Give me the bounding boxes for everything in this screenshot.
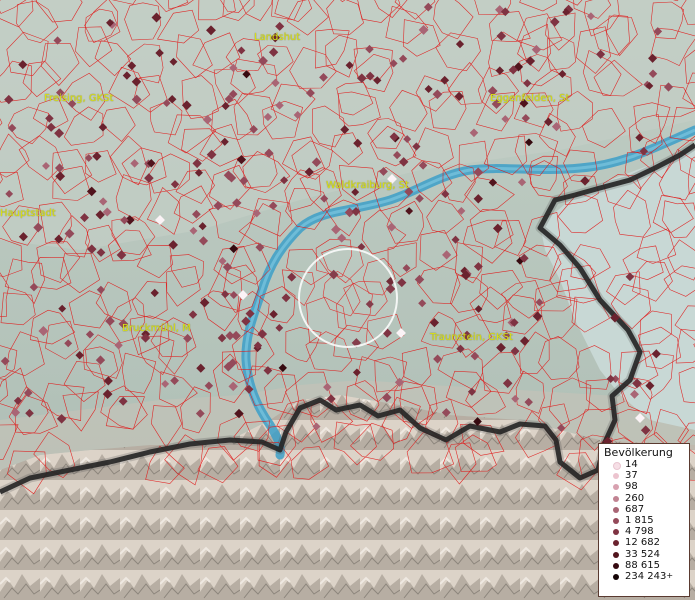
legend-swatch <box>613 484 619 491</box>
legend-swatch <box>613 495 619 502</box>
legend-label: 88 615 <box>625 559 660 571</box>
legend-label: 260 <box>625 492 645 504</box>
legend-label: 14 <box>625 459 638 470</box>
label-landshut: Landshut <box>254 32 301 43</box>
legend-label: 4 798 <box>625 526 654 538</box>
selection-circle[interactable] <box>298 248 398 348</box>
legend-swatch <box>613 506 619 513</box>
legend-list: 14 37 98 260 687 1 815 4 798 12 682 33 5… <box>599 459 689 583</box>
legend-swatch <box>613 517 619 524</box>
legend-label: 37 <box>625 470 638 482</box>
legend-swatch <box>613 551 619 558</box>
legend: Bevölkerung 14 37 98 260 687 1 815 4 798… <box>598 443 690 597</box>
legend-label: 12 682 <box>625 537 660 549</box>
legend-swatch <box>613 540 619 547</box>
label-freising: Freising, GKSt <box>44 93 114 104</box>
legend-label: 33 524 <box>625 548 660 560</box>
legend-item: 14 <box>599 459 689 471</box>
legend-item: 234 243+ <box>599 570 689 583</box>
legend-label: 1 815 <box>625 514 654 526</box>
legend-swatch <box>613 462 621 470</box>
legend-label: 687 <box>625 503 645 515</box>
legend-label: 234 243+ <box>625 570 674 582</box>
label-traunstein: Traunstein, GKSt <box>430 332 513 343</box>
legend-item: 37 <box>599 470 689 482</box>
legend-swatch <box>613 529 619 536</box>
label-eggenfelden: Eggenfelden, St <box>490 93 570 104</box>
label-bruckmuehl: Bruckmühl, M <box>122 323 191 334</box>
legend-title: Bevölkerung <box>604 446 673 459</box>
legend-swatch <box>613 573 619 580</box>
map-canvas[interactable] <box>0 0 695 600</box>
label-waldkraiburg: Waldkraiburg, St <box>326 180 409 191</box>
legend-swatch <box>613 562 619 569</box>
map-view[interactable]: Landshut Freising, GKSt Eggenfelden, St … <box>0 0 695 600</box>
label-hauptstadt: Hauptstadt <box>0 208 56 219</box>
legend-swatch <box>613 473 619 480</box>
legend-label: 98 <box>625 481 638 493</box>
legend-plus-sign: + <box>666 570 674 580</box>
